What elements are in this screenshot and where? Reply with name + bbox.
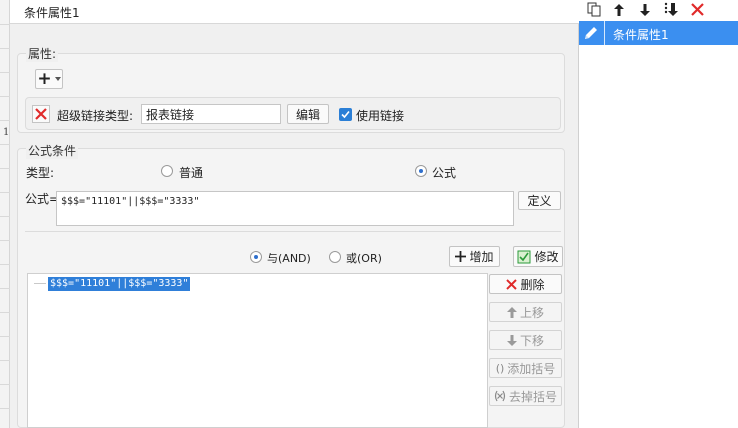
sort-icon[interactable] bbox=[663, 1, 679, 18]
row-gridline bbox=[0, 336, 10, 337]
modify-condition-button[interactable]: 修改 bbox=[513, 246, 563, 267]
condition-attribute-dialog: 条件属性1 属性: + 超级链接类型: 报表链接 编辑 使用链接 公式条件 类型… bbox=[10, 0, 579, 428]
condition-list-item[interactable]: $$$="11101"||$$$="3333" bbox=[48, 277, 191, 291]
type-label: 类型: bbox=[26, 166, 55, 180]
row-gridline bbox=[0, 168, 10, 169]
add-condition-button[interactable]: 增加 bbox=[449, 246, 500, 267]
arrow-down-icon bbox=[506, 334, 517, 346]
row-gridline bbox=[0, 288, 10, 289]
condition-attribute-item[interactable]: 条件属性1 bbox=[579, 21, 738, 45]
row-marker: 1 bbox=[3, 127, 10, 138]
add-condition-label: 增加 bbox=[469, 250, 494, 264]
copy-icon[interactable] bbox=[586, 1, 602, 18]
row-gridline bbox=[0, 360, 10, 361]
plus-icon bbox=[455, 251, 467, 262]
arrow-down-icon[interactable] bbox=[637, 1, 653, 18]
remove-bracket-label: 去掉括号 bbox=[508, 389, 557, 404]
hyperlink-type-label: 超级链接类型: bbox=[57, 109, 134, 123]
row-gridline bbox=[0, 240, 10, 241]
logic-and-label: 与(AND) bbox=[267, 252, 311, 265]
use-link-label: 使用链接 bbox=[356, 109, 405, 123]
add-bracket-button[interactable]: () 添加括号 bbox=[489, 358, 562, 378]
row-gridline bbox=[0, 312, 10, 313]
move-up-label: 上移 bbox=[519, 305, 544, 320]
row-gridline bbox=[0, 408, 10, 409]
row-gridline bbox=[0, 144, 10, 145]
edit-hyperlink-button[interactable]: 编辑 bbox=[287, 104, 329, 124]
bracket-icon: () bbox=[495, 361, 505, 375]
type-normal-radio[interactable] bbox=[161, 165, 173, 177]
arrow-up-icon[interactable] bbox=[611, 1, 627, 18]
chevron-down-icon bbox=[54, 77, 61, 81]
remove-bracket-icon bbox=[494, 390, 506, 402]
formula-input[interactable]: $$$="11101"||$$$="3333" bbox=[56, 191, 514, 226]
close-icon bbox=[35, 108, 47, 120]
logic-or-radio[interactable] bbox=[329, 251, 341, 263]
delete-icon[interactable] bbox=[689, 1, 705, 18]
tree-connector bbox=[34, 283, 46, 284]
modify-condition-label: 修改 bbox=[534, 250, 559, 264]
dialog-title-bar: 条件属性1 bbox=[10, 0, 579, 24]
logic-or-label: 或(OR) bbox=[346, 252, 382, 265]
move-down-label: 下移 bbox=[519, 333, 544, 348]
row-gridline bbox=[0, 384, 10, 385]
row-gridline bbox=[0, 192, 10, 193]
type-formula-label: 公式 bbox=[432, 166, 457, 180]
type-normal-label: 普通 bbox=[179, 166, 204, 180]
modify-icon bbox=[517, 250, 531, 263]
checkmark-icon bbox=[341, 110, 350, 119]
use-link-checkbox[interactable] bbox=[339, 108, 352, 121]
sheet-row-strip: 1 bbox=[0, 0, 10, 428]
arrow-up-icon bbox=[506, 306, 517, 318]
add-bracket-label: 添加括号 bbox=[507, 361, 556, 376]
condition-list-panel: 条件属性1 bbox=[579, 0, 738, 428]
hyperlink-type-field[interactable]: 报表链接 bbox=[141, 104, 281, 124]
row-gridline bbox=[0, 24, 10, 25]
move-down-button[interactable]: 下移 bbox=[489, 330, 562, 350]
row-gridline bbox=[0, 48, 10, 49]
row-gridline bbox=[0, 264, 10, 265]
plus-icon: + bbox=[37, 69, 52, 89]
remove-bracket-button[interactable]: 去掉括号 bbox=[489, 386, 562, 406]
row-gridline bbox=[0, 96, 10, 97]
logic-and-radio[interactable] bbox=[250, 251, 262, 263]
close-icon bbox=[506, 278, 518, 290]
define-formula-button[interactable]: 定义 bbox=[518, 191, 561, 210]
formula-condition-title: 公式条件 bbox=[26, 142, 79, 159]
properties-group-title: 属性: bbox=[26, 45, 59, 62]
remove-property-button[interactable] bbox=[32, 105, 50, 123]
row-gridline bbox=[0, 72, 10, 73]
pencil-icon bbox=[585, 27, 597, 39]
item-separator bbox=[604, 21, 605, 45]
panel-toolbar bbox=[579, 0, 738, 20]
add-property-dropdown-button[interactable]: + bbox=[35, 69, 63, 89]
divider bbox=[25, 231, 561, 232]
type-formula-radio[interactable] bbox=[415, 165, 427, 177]
row-gridline bbox=[0, 216, 10, 217]
move-up-button[interactable]: 上移 bbox=[489, 302, 562, 322]
delete-condition-button[interactable]: 删除 bbox=[489, 274, 562, 294]
dialog-title: 条件属性1 bbox=[24, 6, 80, 20]
formula-label: 公式= bbox=[25, 192, 60, 206]
delete-condition-label: 删除 bbox=[520, 277, 545, 292]
condition-attribute-item-label: 条件属性1 bbox=[613, 28, 669, 42]
condition-list[interactable]: $$$="11101"||$$$="3333" bbox=[27, 273, 488, 428]
row-gridline bbox=[0, 120, 10, 121]
